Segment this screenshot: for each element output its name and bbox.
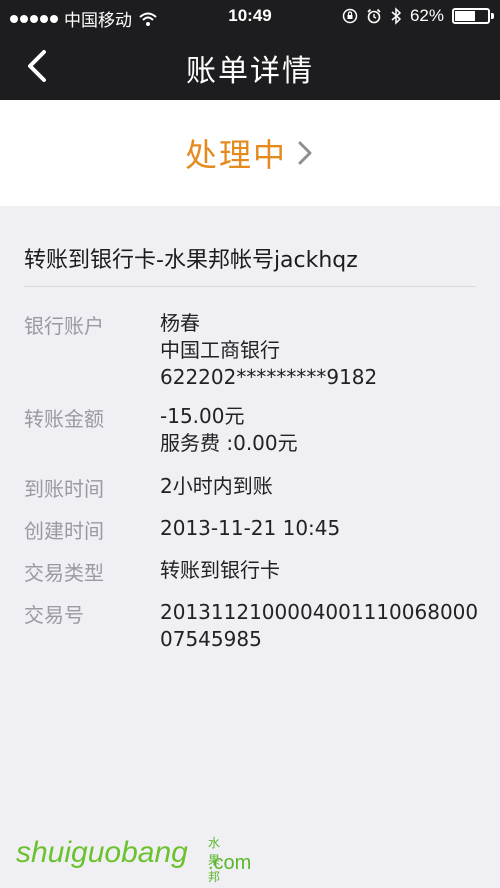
- bluetooth-icon: [391, 7, 402, 25]
- status-row[interactable]: 处理中: [0, 100, 500, 206]
- battery-icon: [452, 8, 494, 24]
- watermark-main: shuiguobang: [16, 836, 188, 869]
- transfer-title: 转账到银行卡-水果邦帐号jackhqz: [24, 248, 358, 273]
- created-time-value: 2013-11-21 10:45: [160, 516, 341, 540]
- page-title: 账单详情: [186, 54, 314, 89]
- transaction-type-value: 转账到银行卡: [160, 558, 280, 582]
- transaction-number-line1: 2013112100004001110068000: [160, 600, 479, 624]
- alarm-icon: [367, 8, 381, 24]
- account-holder: 杨春: [160, 311, 200, 335]
- row-label: 转账金额: [24, 407, 104, 431]
- row-label: 银行账户: [24, 314, 104, 338]
- lock-rotation-icon: [342, 8, 358, 24]
- chevron-right-icon: [298, 141, 312, 165]
- battery-percent: 62%: [409, 6, 444, 25]
- row-label: 交易号: [24, 603, 84, 627]
- watermark-com: .com: [208, 852, 252, 874]
- account-number: 622202*********9182: [160, 365, 378, 389]
- status-label: 处理中: [184, 136, 287, 174]
- navigation-bar: 账单详情: [0, 32, 500, 100]
- transfer-amount: -15.00元: [160, 404, 245, 428]
- status-bar: 中国移动 10:49 62%: [0, 0, 500, 32]
- arrival-time-value: 2小时内到账: [160, 474, 273, 498]
- row-label: 创建时间: [24, 519, 104, 543]
- divider: [24, 286, 476, 287]
- row-label: 到账时间: [24, 477, 104, 501]
- row-label: 交易类型: [24, 561, 104, 585]
- transaction-number-line2: 07545985: [160, 627, 262, 651]
- service-fee: 服务费 :0.00元: [160, 431, 298, 455]
- bank-name: 中国工商银行: [160, 338, 280, 362]
- watermark-logo: shuiguobang 水果邦 .com: [16, 836, 251, 884]
